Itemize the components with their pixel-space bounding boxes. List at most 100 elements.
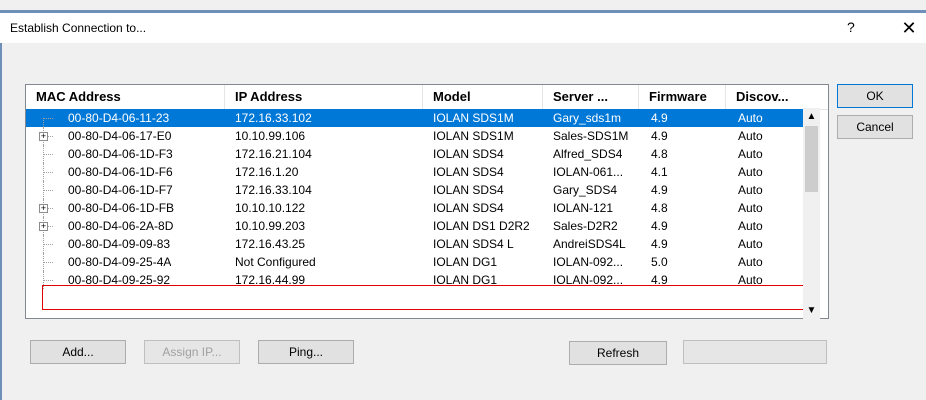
- cell-ip: 172.16.43.25: [235, 237, 306, 251]
- cell-firmware: 4.9: [651, 273, 668, 287]
- tree-connector: [43, 154, 53, 155]
- cell-server: Sales-SDS1M: [553, 129, 629, 143]
- expand-icon[interactable]: +: [39, 204, 48, 213]
- cell-mac: 00-80-D4-09-09-83: [68, 237, 171, 251]
- cell-ip: 10.10.99.203: [235, 219, 306, 233]
- window-left-border: [0, 43, 2, 400]
- cell-model: IOLAN DG1: [433, 273, 498, 287]
- ok-button[interactable]: OK: [837, 84, 913, 108]
- cell-mac: 00-80-D4-06-1D-F6: [68, 165, 173, 179]
- cell-server: IOLAN-061...: [553, 165, 624, 179]
- tree-connector: [43, 172, 53, 173]
- cell-firmware: 4.8: [651, 147, 668, 161]
- cell-discovery: Auto: [738, 165, 763, 179]
- cell-model: IOLAN DS1 D2R2: [433, 219, 530, 233]
- column-header-model[interactable]: Model: [423, 85, 543, 109]
- title-bar: Establish Connection to... ? ✕: [0, 13, 926, 43]
- refresh-button[interactable]: Refresh: [569, 341, 667, 365]
- column-header-discovery[interactable]: Discov...: [726, 85, 828, 109]
- column-header-mac[interactable]: MAC Address: [26, 85, 225, 109]
- cell-discovery: Auto: [738, 147, 763, 161]
- assign-ip-button[interactable]: Assign IP...: [144, 340, 240, 364]
- cell-discovery: Auto: [738, 273, 763, 287]
- column-header-firmware[interactable]: Firmware: [639, 85, 726, 109]
- cell-mac: 00-80-D4-06-2A-8D: [68, 219, 174, 233]
- cell-server: AndreiSDS4L: [553, 237, 626, 251]
- cell-ip: Not Configured: [235, 255, 316, 269]
- cell-mac: 00-80-D4-06-1D-F3: [68, 147, 173, 161]
- tree-connector: [43, 118, 53, 119]
- cell-ip: 172.16.1.20: [235, 165, 299, 179]
- tree-connector: [43, 262, 53, 263]
- add-button[interactable]: Add...: [30, 340, 126, 364]
- cell-firmware: 4.9: [651, 111, 668, 125]
- blank-button[interactable]: [683, 340, 827, 364]
- cell-server: Gary_SDS4: [553, 183, 618, 197]
- cell-discovery: Auto: [738, 111, 763, 125]
- cell-ip: 10.10.10.122: [235, 201, 306, 215]
- scroll-up-icon[interactable]: ▲: [803, 108, 820, 125]
- cell-model: IOLAN DG1: [433, 255, 498, 269]
- cell-discovery: Auto: [738, 219, 763, 233]
- cell-model: IOLAN SDS4: [433, 147, 504, 161]
- cell-ip: 172.16.33.104: [235, 183, 312, 197]
- cell-mac: 00-80-D4-06-1D-FB: [68, 201, 175, 215]
- table-row[interactable]: 00-80-D4-09-09-83 172.16.43.25 IOLAN SDS4 …: [26, 235, 803, 253]
- expand-icon[interactable]: +: [39, 222, 48, 231]
- column-header-ip[interactable]: IP Address: [225, 85, 423, 109]
- table-row[interactable]: 00-80-D4-06-1D-F3 172.16.21.104 IOLAN SDS4…: [26, 145, 803, 163]
- cell-ip: 172.16.33.102: [235, 111, 312, 125]
- table-row[interactable]: 00-80-D4-06-1D-F6 172.16.1.20 IOLAN SDS4 IO…: [26, 163, 803, 181]
- cell-firmware: 4.1: [651, 165, 668, 179]
- scroll-down-icon[interactable]: ▼: [803, 302, 820, 319]
- tree-connector: [43, 280, 53, 281]
- table-row[interactable]: +00-80-D4-06-1D-FB 10.10.10.122 IOLAN SDS4…: [26, 199, 803, 217]
- cell-ip: 172.16.21.104: [235, 147, 312, 161]
- cell-ip: 10.10.99.106: [235, 129, 306, 143]
- cell-model: IOLAN SDS4: [433, 201, 504, 215]
- cell-model: IOLAN SDS4 L: [433, 237, 514, 251]
- cell-firmware: 4.9: [651, 219, 668, 233]
- cell-server: Alfred_SDS4: [553, 147, 623, 161]
- cell-discovery: Auto: [738, 237, 763, 251]
- cell-server: Gary_sds1m: [553, 111, 622, 125]
- list-header: MAC Address IP Address Model Server ... …: [26, 85, 828, 110]
- top-strip: [0, 0, 926, 10]
- scroll-thumb[interactable]: [805, 126, 818, 192]
- cell-discovery: Auto: [738, 201, 763, 215]
- cell-model: IOLAN SDS4: [433, 165, 504, 179]
- cell-mac: 00-80-D4-06-11-23: [68, 111, 170, 125]
- cell-ip: 172.16.44.99: [235, 273, 306, 287]
- cell-firmware: 4.8: [651, 201, 668, 215]
- vertical-scrollbar[interactable]: ▲ ▼: [803, 108, 820, 319]
- cell-firmware: 4.9: [651, 183, 668, 197]
- cell-model: IOLAN SDS4: [433, 183, 504, 197]
- help-button[interactable]: ?: [847, 19, 855, 35]
- cell-model: IOLAN SDS1M: [433, 129, 514, 143]
- cell-mac: 00-80-D4-09-25-4A: [68, 255, 172, 269]
- cell-firmware: 4.9: [651, 129, 668, 143]
- cancel-button[interactable]: Cancel: [837, 115, 913, 139]
- table-row[interactable]: 00-80-D4-09-25-4A Not Configured IOLAN DG1…: [26, 253, 803, 271]
- cell-discovery: Auto: [738, 129, 763, 143]
- cell-server: IOLAN-092...: [553, 255, 624, 269]
- tree-connector: [43, 244, 53, 245]
- window-title: Establish Connection to...: [10, 21, 147, 35]
- column-header-server[interactable]: Server ...: [543, 85, 639, 109]
- device-list[interactable]: MAC Address IP Address Model Server ... …: [25, 84, 829, 319]
- table-row[interactable]: +00-80-D4-06-17-E0 10.10.99.106 IOLAN SDS1…: [26, 127, 803, 145]
- cell-model: IOLAN SDS1M: [433, 111, 514, 125]
- cell-mac: 00-80-D4-06-17-E0: [68, 129, 172, 143]
- table-row[interactable]: 00-80-D4-06-1D-F7 172.16.33.104 IOLAN SDS4…: [26, 181, 803, 199]
- table-row[interactable]: 00-80-D4-09-25-92 172.16.44.99 IOLAN DG1 IO…: [26, 271, 803, 289]
- cell-firmware: 4.9: [651, 237, 668, 251]
- cell-discovery: Auto: [738, 255, 763, 269]
- tree-connector: [43, 118, 45, 127]
- ping-button[interactable]: Ping...: [258, 340, 354, 364]
- tree-connector: [43, 190, 53, 191]
- cell-mac: 00-80-D4-09-25-92: [68, 273, 171, 287]
- expand-icon[interactable]: +: [39, 132, 48, 141]
- table-row[interactable]: +00-80-D4-06-2A-8D 10.10.99.203 IOLAN DS1 …: [26, 217, 803, 235]
- table-row[interactable]: 00-80-D4-06-11-23 172.16.33.102 IOLAN SDS1…: [26, 109, 803, 127]
- close-button[interactable]: ✕: [896, 17, 922, 39]
